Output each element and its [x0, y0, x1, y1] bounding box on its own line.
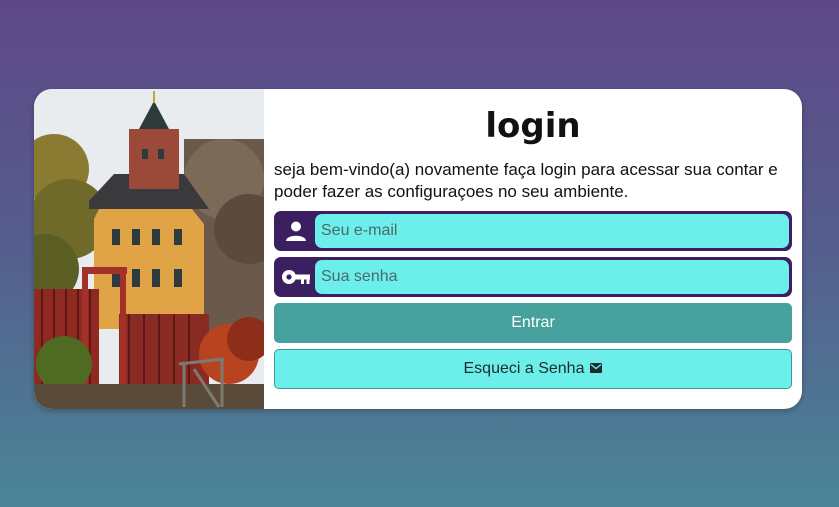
submit-button[interactable]: Entrar [274, 303, 792, 343]
submit-button-label: Entrar [511, 314, 555, 331]
password-input[interactable] [315, 260, 789, 294]
user-icon [277, 214, 315, 248]
login-card: login seja bem-vindo(a) novamente faça l… [34, 89, 802, 409]
password-field-group [274, 257, 792, 297]
forgot-password-label: Esqueci a Senha [463, 360, 585, 377]
envelope-icon [590, 360, 603, 378]
login-title: login [485, 106, 581, 146]
key-icon [277, 260, 315, 294]
email-input[interactable] [315, 214, 789, 248]
email-field-group [274, 211, 792, 251]
login-form: login seja bem-vindo(a) novamente faça l… [264, 89, 802, 409]
building-photo [34, 89, 264, 409]
forgot-password-button[interactable]: Esqueci a Senha [274, 349, 792, 389]
login-description: seja bem-vindo(a) novamente faça login p… [274, 160, 778, 201]
